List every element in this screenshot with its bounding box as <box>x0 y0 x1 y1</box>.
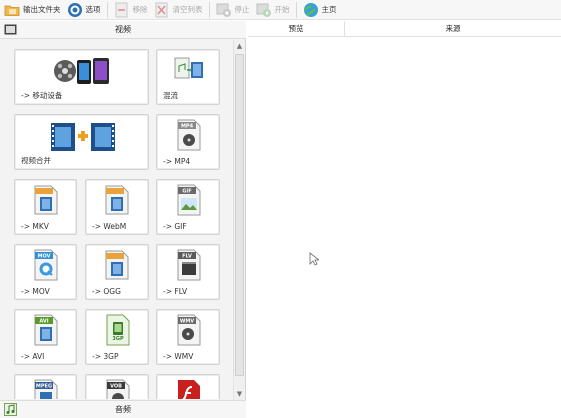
audio-section-header[interactable]: 音频 <box>0 400 246 418</box>
toolbar: 输出文件夹 选项 移除 清空列表 停止 开始 主页 <box>0 0 561 20</box>
tile-label: 视频合并 <box>21 156 51 165</box>
tile-label: -> FLV <box>163 287 188 296</box>
column-header-preview[interactable]: 预览 <box>248 21 345 37</box>
tile-swf[interactable] <box>156 374 220 399</box>
folder-icon <box>4 2 20 18</box>
mp4-file-icon: MP4 <box>177 119 201 153</box>
tile-flv[interactable]: FLV -> FLV <box>156 244 220 300</box>
gif-badge: GIF <box>182 189 191 195</box>
tile-mov[interactable]: MOV -> MOV <box>14 244 77 300</box>
toolbar-separator <box>106 1 108 18</box>
flv-file-icon: FLV <box>177 249 201 283</box>
scroll-down-arrow-icon[interactable]: ▼ <box>234 389 245 399</box>
flv-badge: FLV <box>182 254 192 260</box>
mobile-device-icon <box>53 56 113 88</box>
tile-label: -> GIF <box>163 222 187 231</box>
ogg-file-icon <box>105 250 129 282</box>
avi-file-icon: AVI <box>34 314 58 348</box>
tile-label: -> AVI <box>21 352 45 361</box>
column-header-source[interactable]: 来源 <box>345 21 561 37</box>
audio-section-title: 音频 <box>115 405 131 414</box>
tile-label: -> 3GP <box>92 352 119 361</box>
tile-label: -> MP4 <box>163 157 191 166</box>
options-button[interactable]: 选项 <box>67 1 101 19</box>
mpeg-file-icon: MPEG <box>34 379 58 399</box>
home-button[interactable]: 主页 <box>303 1 337 19</box>
toolbar-separator <box>295 1 297 18</box>
output-folder-button[interactable]: 输出文件夹 <box>4 1 61 19</box>
tile-mpeg[interactable]: MPEG <box>14 374 77 399</box>
tile-scrollbar[interactable]: ▲ ▼ <box>233 40 245 400</box>
tile-label: -> MOV <box>21 287 50 296</box>
output-folder-label: 输出文件夹 <box>23 5 61 14</box>
mov-file-icon: MOV <box>34 249 58 283</box>
tile-label: 混流 <box>163 91 178 100</box>
remove-button[interactable]: 移除 <box>114 1 148 19</box>
film-icon <box>4 23 17 36</box>
start-button[interactable]: 开始 <box>256 1 290 19</box>
wmv-file-icon: WMV <box>177 314 201 348</box>
mux-icon <box>173 54 205 88</box>
tile-mobile-device[interactable]: -> 移动设备 <box>14 49 149 105</box>
mpeg-badge: MPEG <box>36 384 52 390</box>
webm-file-icon <box>105 185 129 217</box>
function-panel: 视频 -> 移动设备 混流 视频合并 MP4 -> MP4 -> MKV -> … <box>0 21 246 418</box>
stop-label: 停止 <box>234 5 250 14</box>
gif-file-icon: GIF <box>177 184 201 218</box>
3gp-badge: 3GP <box>112 336 124 342</box>
start-icon <box>256 2 272 18</box>
tile-3gp[interactable]: 3GP -> 3GP <box>85 309 149 365</box>
video-merge-icon <box>50 121 116 155</box>
stop-button[interactable]: 停止 <box>216 1 250 19</box>
tile-label: -> WMV <box>163 352 194 361</box>
vob-badge: VOB <box>110 384 122 390</box>
tile-ogg[interactable]: -> OGG <box>85 244 149 300</box>
clear-list-button[interactable]: 清空列表 <box>154 1 203 19</box>
start-label: 开始 <box>274 5 290 14</box>
video-section-title: 视频 <box>115 25 131 34</box>
tile-mkv[interactable]: -> MKV <box>14 179 77 235</box>
options-label: 选项 <box>85 5 101 14</box>
home-label: 主页 <box>321 5 337 14</box>
tile-mux[interactable]: 混流 <box>156 49 220 105</box>
wmv-badge: WMV <box>180 319 194 325</box>
tile-gif[interactable]: GIF -> GIF <box>156 179 220 235</box>
home-icon <box>303 2 319 18</box>
remove-icon <box>114 2 130 18</box>
tile-label: -> OGG <box>92 287 121 296</box>
clear-list-label: 清空列表 <box>172 5 203 14</box>
swf-file-icon <box>177 379 201 399</box>
tile-label: -> MKV <box>21 222 49 231</box>
options-icon <box>67 2 83 18</box>
clear-list-icon <box>154 2 170 18</box>
tile-avi[interactable]: AVI -> AVI <box>14 309 77 365</box>
mkv-file-icon <box>34 185 58 217</box>
scroll-thumb[interactable] <box>235 54 244 376</box>
tile-mp4[interactable]: MP4 -> MP4 <box>156 114 220 170</box>
music-note-icon <box>4 403 17 416</box>
tile-label: -> WebM <box>92 222 127 231</box>
vob-file-icon: VOB <box>106 379 130 399</box>
scroll-up-arrow-icon[interactable]: ▲ <box>234 41 245 51</box>
mov-badge: MOV <box>38 254 51 260</box>
tile-vob[interactable]: VOB <box>85 374 149 399</box>
tile-webm[interactable]: -> WebM <box>85 179 149 235</box>
toolbar-separator <box>208 1 210 18</box>
mp4-badge: MP4 <box>181 124 194 130</box>
tile-video-merge[interactable]: 视频合并 <box>14 114 149 170</box>
mouse-cursor-icon <box>309 252 321 268</box>
tile-label: -> 移动设备 <box>21 91 63 100</box>
stop-icon <box>216 2 232 18</box>
file-list-panel: 预览 来源 <box>248 21 561 418</box>
avi-badge: AVI <box>39 319 48 325</box>
video-section-header[interactable]: 视频 <box>0 21 246 39</box>
tile-wmv[interactable]: WMV -> WMV <box>156 309 220 365</box>
remove-label: 移除 <box>132 5 148 14</box>
tile-grid: -> 移动设备 混流 视频合并 MP4 -> MP4 -> MKV -> Web… <box>0 40 233 399</box>
3gp-file-icon: 3GP <box>106 314 130 348</box>
